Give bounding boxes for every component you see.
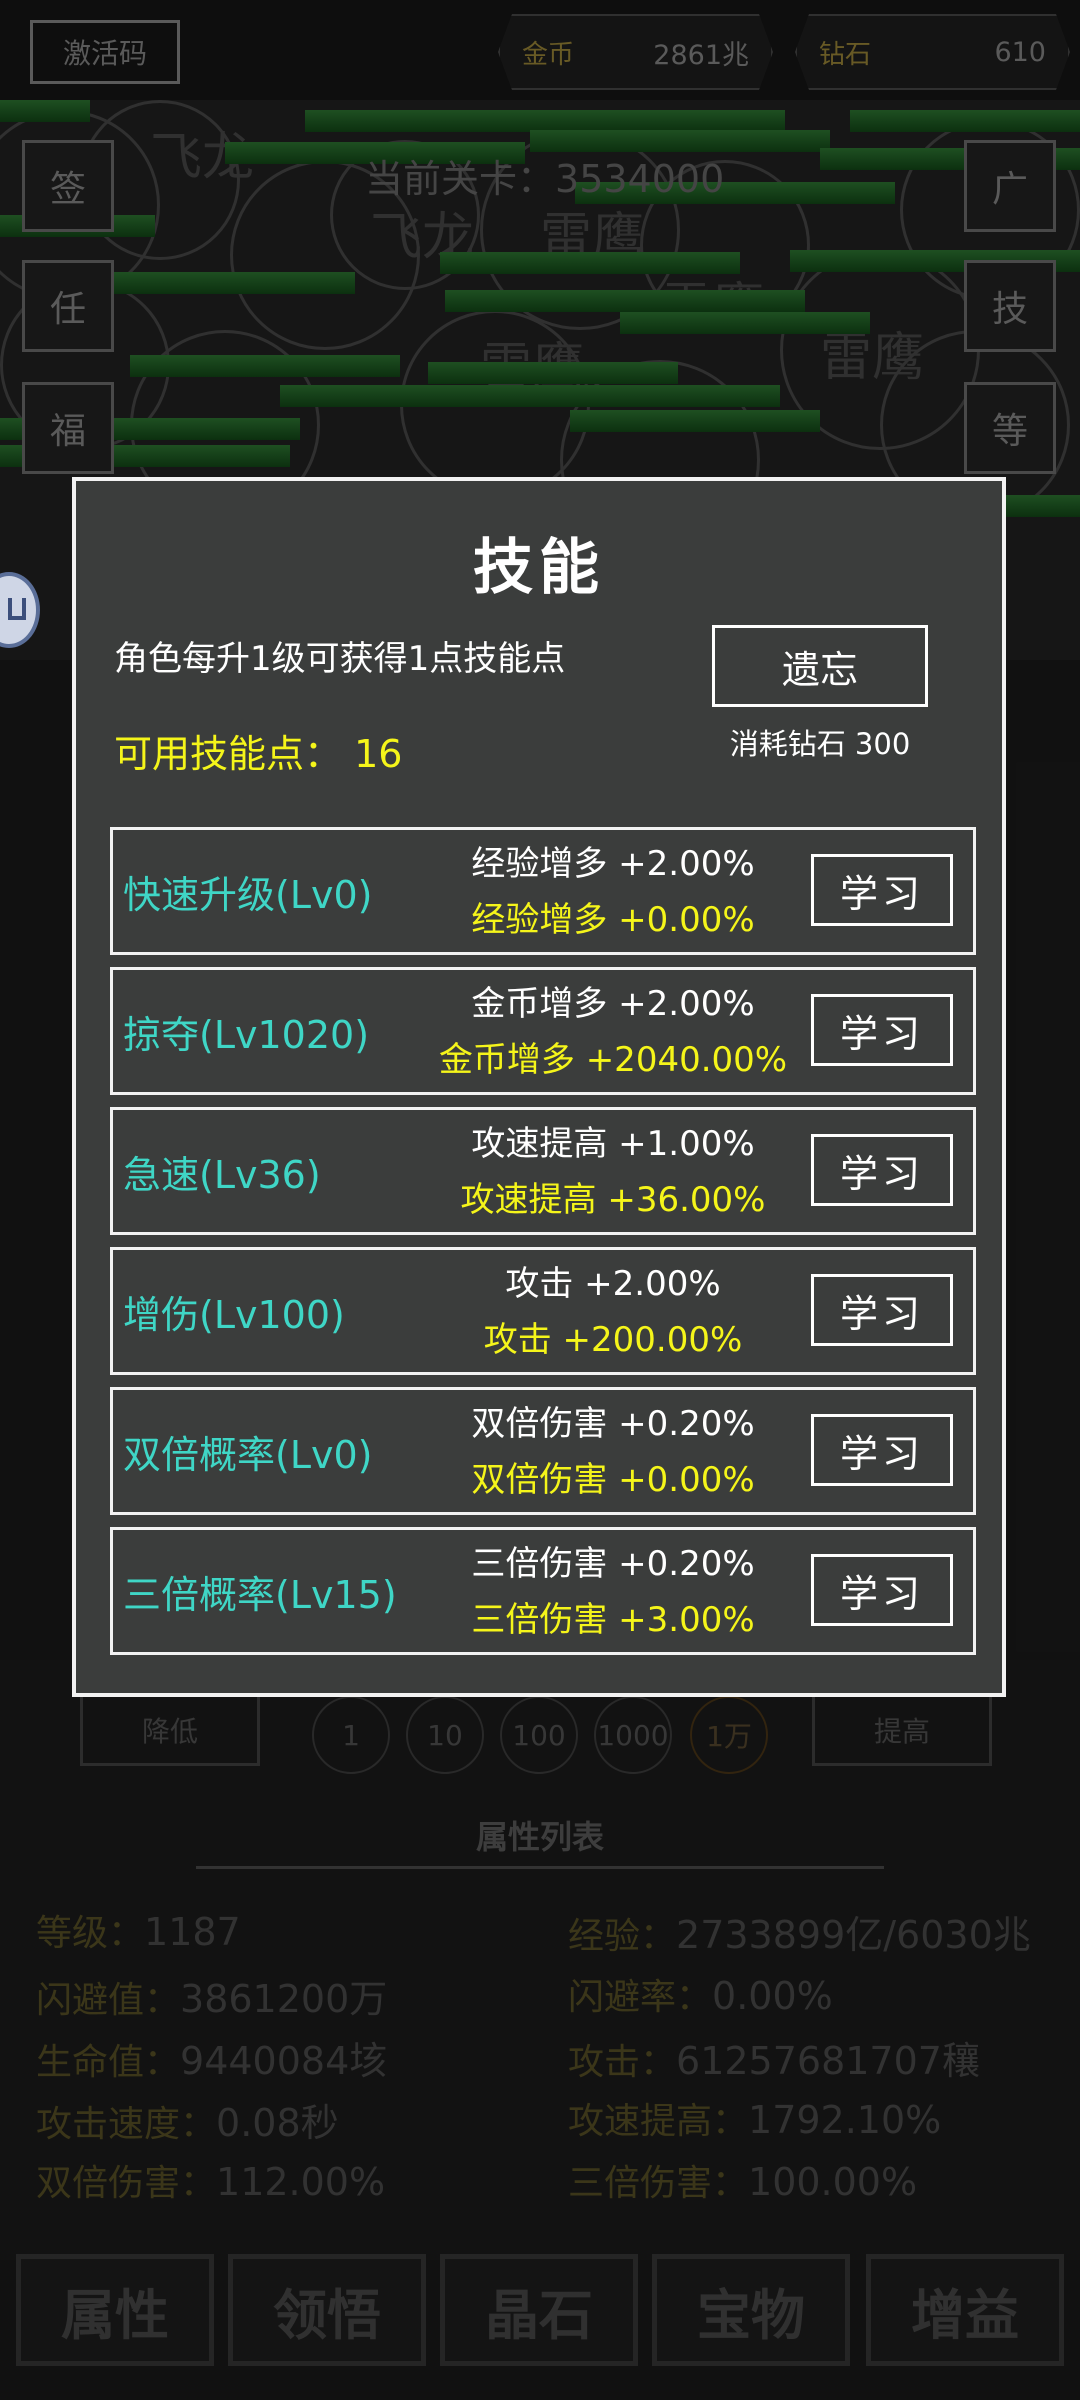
learn-button[interactable]: 学习 (811, 1554, 953, 1626)
learn-button[interactable]: 学习 (811, 1414, 953, 1486)
skill-point-hint: 角色每升1级可获得1点技能点 (114, 639, 566, 679)
skill-row-damage-boost: 增伤(Lv100) 攻击 +2.00% 攻击 +200.00% 学习 (110, 1247, 976, 1375)
skill-current-effect: 攻速提高 +36.00% (460, 1180, 766, 1220)
skill-current-effect: 金币增多 +2040.00% (438, 1040, 788, 1080)
skill-current-effect: 经验增多 +0.00% (471, 900, 755, 940)
skill-name: 掠夺(Lv1020) (123, 1012, 370, 1057)
skill-name: 增伤(Lv100) (123, 1292, 345, 1337)
skill-name: 急速(Lv36) (123, 1152, 321, 1197)
skill-row-triple-chance: 三倍概率(Lv15) 三倍伤害 +0.20% 三倍伤害 +3.00% 学习 (110, 1527, 976, 1655)
learn-button[interactable]: 学习 (811, 994, 953, 1066)
skill-base-effect: 攻击 +2.00% (505, 1264, 721, 1304)
skill-current-effect: 攻击 +200.00% (483, 1320, 743, 1360)
skill-base-effect: 经验增多 +2.00% (471, 844, 755, 884)
skill-current-effect: 双倍伤害 +0.00% (471, 1460, 755, 1500)
skill-current-effect: 三倍伤害 +3.00% (471, 1600, 755, 1640)
modal-title: 技能 (473, 533, 605, 603)
available-skill-points: 可用技能点： 16 (114, 723, 402, 778)
skill-base-effect: 双倍伤害 +0.20% (471, 1404, 755, 1444)
forget-skills-button[interactable]: 遗忘 (712, 625, 928, 707)
learn-button[interactable]: 学习 (811, 1134, 953, 1206)
skill-name: 三倍概率(Lv15) (123, 1572, 397, 1617)
skills-modal: 技能 角色每升1级可获得1点技能点 可用技能点： 16 遗忘 消耗钻石 300 … (72, 477, 1006, 1697)
skill-name: 快速升级(Lv0) (123, 872, 373, 917)
forget-cost: 消耗钻石 300 (729, 727, 911, 761)
skill-name: 双倍概率(Lv0) (123, 1432, 373, 1477)
available-points-value: 16 (354, 732, 403, 776)
skill-row-fast-levelup: 快速升级(Lv0) 经验增多 +2.00% 经验增多 +0.00% 学习 (110, 827, 976, 955)
skill-row-plunder: 掠夺(Lv1020) 金币增多 +2.00% 金币增多 +2040.00% 学习 (110, 967, 976, 1095)
available-points-label: 可用技能点： (114, 732, 343, 776)
learn-button[interactable]: 学习 (811, 1274, 953, 1346)
skill-row-double-chance: 双倍概率(Lv0) 双倍伤害 +0.20% 双倍伤害 +0.00% 学习 (110, 1387, 976, 1515)
skill-base-effect: 攻速提高 +1.00% (471, 1124, 755, 1164)
skill-base-effect: 金币增多 +2.00% (471, 984, 755, 1024)
skill-base-effect: 三倍伤害 +0.20% (471, 1544, 755, 1584)
learn-button[interactable]: 学习 (811, 854, 953, 926)
skill-row-haste: 急速(Lv36) 攻速提高 +1.00% 攻速提高 +36.00% 学习 (110, 1107, 976, 1235)
